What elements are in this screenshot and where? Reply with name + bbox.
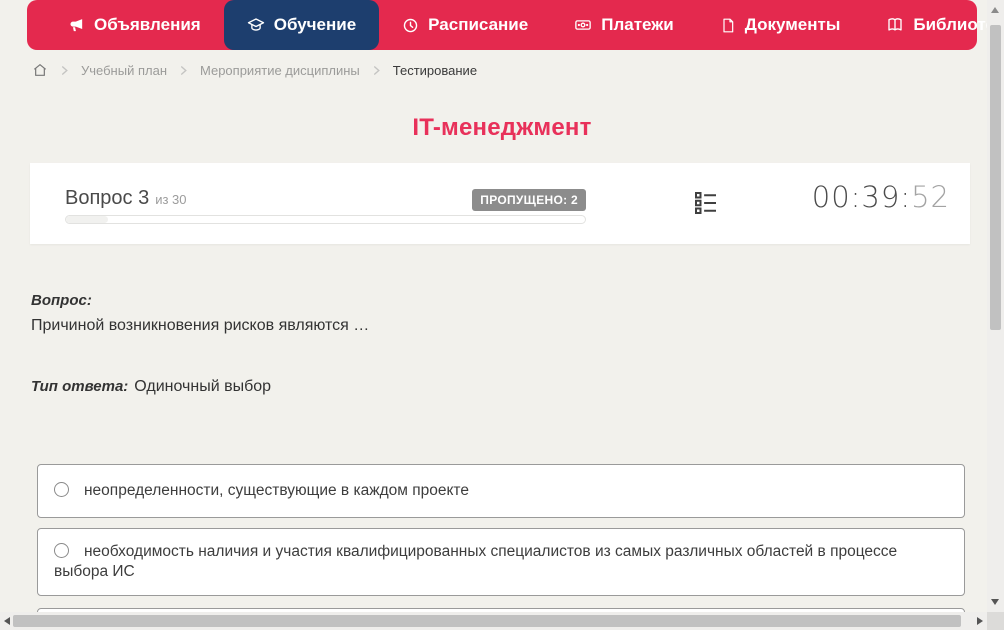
- scroll-left-arrow-icon[interactable]: [4, 617, 10, 625]
- horizontal-scrollbar-thumb[interactable]: [13, 615, 961, 627]
- nav-item-learning[interactable]: Обучение: [223, 0, 380, 50]
- nav-item-label: Объявления: [94, 15, 201, 34]
- scrollbar-corner: [987, 612, 1004, 630]
- nav-item-label: Документы: [744, 15, 841, 34]
- nav-item-label: Платежи: [601, 15, 674, 34]
- breadcrumb-item-curriculum[interactable]: Учебный план: [81, 63, 167, 78]
- question-list-button[interactable]: [688, 185, 724, 221]
- question-number: Вопрос 3 из 30: [65, 187, 187, 210]
- nav-item-label: Обучение: [273, 15, 357, 34]
- scroll-up-arrow-icon[interactable]: [991, 7, 999, 13]
- question-text: Причиной возникновения рисков являются …: [31, 317, 370, 334]
- timer-hours-minutes: 00:39:: [811, 180, 912, 214]
- breadcrumb-item-discipline-event[interactable]: Мероприятие дисциплины: [200, 63, 360, 78]
- answer-option-text: неопределенности, существующие в каждом …: [84, 482, 469, 499]
- page-title: IT-менеджмент: [412, 114, 592, 141]
- answer-option-1[interactable]: неопределенности, существующие в каждом …: [37, 464, 965, 518]
- nav-item-payments[interactable]: Платежи: [551, 0, 697, 50]
- horizontal-scrollbar[interactable]: [0, 612, 987, 630]
- answer-option-2[interactable]: необходимость наличия и участия квалифиц…: [37, 528, 965, 596]
- graduation-cap-icon: [247, 16, 265, 34]
- quiz-progress-bar: [65, 215, 586, 224]
- nav-item-library[interactable]: Библиотека: [863, 0, 1004, 50]
- radio-button-icon[interactable]: [54, 543, 69, 558]
- nav-item-schedule[interactable]: Расписание: [379, 0, 551, 50]
- scroll-right-arrow-icon[interactable]: [977, 617, 983, 625]
- chevron-right-icon: [59, 65, 70, 76]
- nav-item-documents[interactable]: Документы: [697, 0, 864, 50]
- breadcrumb-item-testing: Тестирование: [392, 62, 478, 78]
- document-icon: [720, 17, 736, 34]
- megaphone-icon: [68, 17, 85, 34]
- question-header-card: Вопрос 3 из 30 ПРОПУЩЕНО: 2 00:39:52: [30, 163, 970, 244]
- question-number-label: Вопрос 3: [65, 187, 150, 209]
- answer-options: неопределенности, существующие в каждом …: [37, 464, 965, 630]
- home-icon[interactable]: [32, 62, 48, 78]
- answer-type-value: Одиночный выбор: [134, 378, 272, 395]
- answer-option-text: необходимость наличия и участия квалифиц…: [54, 543, 898, 580]
- vertical-scrollbar-thumb[interactable]: [990, 25, 1001, 330]
- book-icon: [886, 16, 904, 34]
- breadcrumb: Учебный план Мероприятие дисциплины Тест…: [32, 62, 477, 78]
- answer-type-line: Тип ответа: Одиночный выбор: [31, 378, 271, 396]
- chevron-right-icon: [178, 65, 189, 76]
- answer-type-label: Тип ответа:: [31, 378, 129, 395]
- nav-item-label: Расписание: [428, 15, 529, 34]
- chevron-right-icon: [371, 65, 382, 76]
- question-list-icon: [691, 188, 721, 218]
- nav-item-announcements[interactable]: Объявления: [45, 0, 224, 50]
- timer-seconds: 52: [911, 180, 950, 214]
- main-navbar: Объявления Обучение Расписание Платежи Д…: [27, 0, 1004, 50]
- quiz-page: Объявления Обучение Расписание Платежи Д…: [0, 0, 1004, 630]
- quiz-progress-fill: [66, 216, 108, 223]
- question-total-label: из 30: [155, 192, 187, 207]
- radio-button-icon[interactable]: [54, 482, 69, 497]
- skipped-badge: ПРОПУЩЕНО: 2: [472, 189, 586, 211]
- vertical-scrollbar[interactable]: [987, 0, 1004, 612]
- question-heading: Вопрос:: [31, 292, 92, 309]
- clock-icon: [402, 17, 419, 34]
- quiz-timer: 00:39:52: [812, 180, 950, 214]
- scroll-down-arrow-icon[interactable]: [991, 599, 999, 605]
- payments-icon: [574, 16, 592, 34]
